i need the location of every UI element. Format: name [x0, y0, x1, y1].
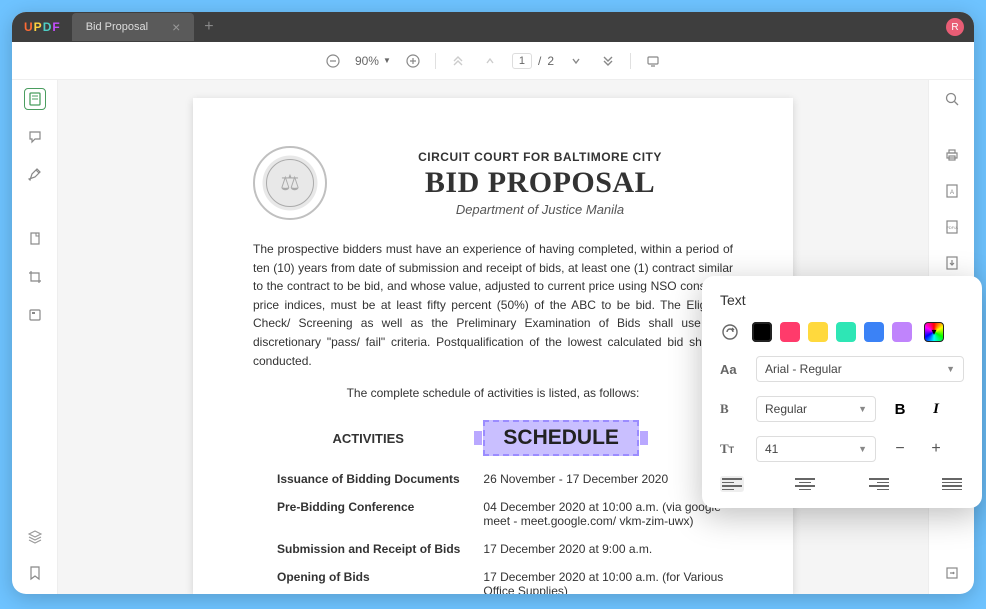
form-tool-icon[interactable] — [24, 304, 46, 326]
close-tab-icon[interactable]: × — [172, 19, 180, 35]
color-picker-icon[interactable] — [720, 322, 740, 342]
zoom-dropdown[interactable]: 90% ▼ — [355, 54, 391, 68]
tab-title: Bid Proposal — [86, 21, 148, 33]
add-tab-button[interactable]: + — [204, 18, 213, 36]
save-icon[interactable] — [941, 252, 963, 274]
color-swatch[interactable] — [752, 322, 772, 342]
page-tool-icon[interactable] — [24, 228, 46, 250]
pdfa-icon[interactable]: PDF/A — [941, 216, 963, 238]
panel-title: Text — [720, 292, 964, 308]
size-label-icon: TT — [720, 441, 744, 457]
next-page-icon[interactable] — [566, 51, 586, 71]
color-swatch[interactable] — [864, 322, 884, 342]
schedule-cell: 04 December 2020 at 10:00 a.m. (via goog… — [483, 500, 733, 528]
column-header-activities: ACTIVITIES — [253, 431, 483, 446]
zoom-out-button[interactable] — [323, 51, 343, 71]
schedule-cell: 17 December 2020 at 10:00 a.m. (for Vari… — [483, 570, 733, 594]
increase-size-button[interactable]: + — [924, 440, 948, 458]
user-avatar[interactable]: R — [946, 18, 964, 36]
activity-cell: Issuance of Bidding Documents — [253, 472, 483, 486]
court-name: CIRCUIT COURT FOR BALTIMORE CITY — [347, 150, 733, 164]
decrease-size-button[interactable]: − — [888, 440, 912, 458]
font-label-icon: Aa — [720, 362, 744, 377]
text-properties-panel: Text ▾ Aa Arial - Regular▼ B Regular▼ B … — [702, 276, 982, 508]
titlebar: UPDF Bid Proposal × + R — [12, 12, 974, 42]
first-page-icon[interactable] — [448, 51, 468, 71]
align-left-button[interactable] — [720, 476, 744, 492]
crop-tool-icon[interactable] — [24, 266, 46, 288]
custom-color-button[interactable]: ▾ — [924, 322, 944, 342]
presentation-icon[interactable] — [643, 51, 663, 71]
search-icon[interactable] — [941, 88, 963, 110]
court-seal-icon: ⚖ — [253, 146, 327, 220]
resize-handle-left[interactable] — [474, 431, 482, 445]
prev-page-icon[interactable] — [480, 51, 500, 71]
italic-button[interactable]: I — [924, 401, 948, 418]
ocr-icon[interactable]: A — [941, 180, 963, 202]
current-page-input[interactable]: 1 — [512, 53, 532, 69]
align-justify-button[interactable] — [940, 476, 964, 492]
reader-tool-icon[interactable] — [24, 88, 46, 110]
department-name: Department of Justice Manila — [347, 202, 733, 217]
color-swatch[interactable] — [892, 322, 912, 342]
font-size-dropdown[interactable]: 41▼ — [756, 436, 876, 462]
page-indicator: 1 / 2 — [512, 53, 554, 69]
schedule-intro: The complete schedule of activities is l… — [253, 386, 733, 400]
bookmark-icon[interactable] — [24, 562, 46, 584]
print-icon[interactable] — [941, 144, 963, 166]
edit-tool-icon[interactable] — [24, 164, 46, 186]
color-swatch[interactable] — [808, 322, 828, 342]
left-sidebar — [12, 80, 58, 594]
activity-cell: Pre-Bidding Conference — [253, 500, 483, 528]
weight-label-icon: B — [720, 401, 744, 417]
resize-handle-right[interactable] — [640, 431, 648, 445]
app-logo: UPDF — [24, 20, 60, 34]
body-paragraph: The prospective bidders must have an exp… — [253, 240, 733, 370]
selected-text-box[interactable]: SCHEDULE — [483, 420, 639, 456]
table-row: Opening of Bids17 December 2020 at 10:00… — [253, 570, 733, 594]
top-toolbar: 90% ▼ 1 / 2 — [12, 42, 974, 80]
table-row: Submission and Receipt of Bids17 Decembe… — [253, 542, 733, 556]
table-row: Pre-Bidding Conference04 December 2020 a… — [253, 500, 733, 528]
align-right-button[interactable] — [867, 476, 891, 492]
align-center-button[interactable] — [793, 476, 817, 492]
layers-icon[interactable] — [24, 526, 46, 548]
color-swatch[interactable] — [836, 322, 856, 342]
last-page-icon[interactable] — [598, 51, 618, 71]
total-pages: 2 — [547, 54, 554, 68]
export-icon[interactable] — [941, 562, 963, 584]
document-title: BID PROPOSAL — [347, 166, 733, 200]
activity-cell: Opening of Bids — [253, 570, 483, 594]
table-row: Issuance of Bidding Documents26 November… — [253, 472, 733, 486]
font-weight-dropdown[interactable]: Regular▼ — [756, 396, 876, 422]
activity-cell: Submission and Receipt of Bids — [253, 542, 483, 556]
svg-text:PDF/A: PDF/A — [946, 225, 958, 230]
zoom-in-button[interactable] — [403, 51, 423, 71]
svg-text:A: A — [949, 190, 953, 196]
schedule-cell: 17 December 2020 at 9:00 a.m. — [483, 542, 733, 556]
schedule-cell: 26 November - 17 December 2020 — [483, 472, 733, 486]
bold-button[interactable]: B — [888, 401, 912, 418]
document-tab[interactable]: Bid Proposal × — [72, 13, 195, 41]
font-family-dropdown[interactable]: Arial - Regular▼ — [756, 356, 964, 382]
color-swatch[interactable] — [780, 322, 800, 342]
comment-tool-icon[interactable] — [24, 126, 46, 148]
